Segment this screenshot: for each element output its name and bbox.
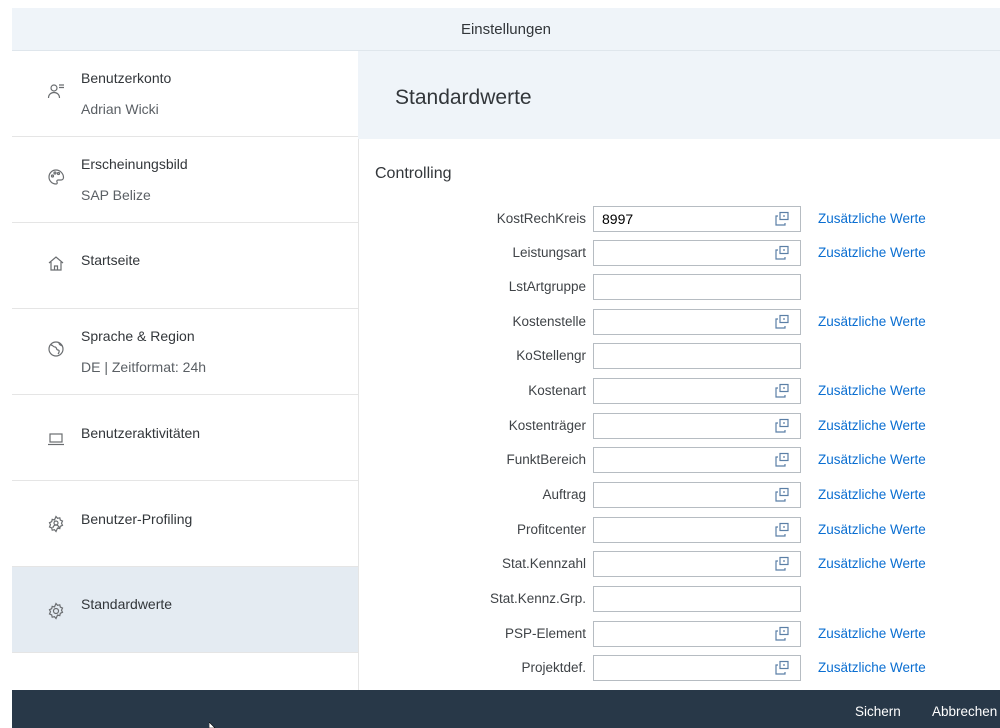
- value-help-icon[interactable]: [772, 486, 792, 504]
- additional-values-link[interactable]: Zusätzliche Werte: [818, 487, 926, 502]
- field-label: Kostenstelle: [512, 314, 586, 329]
- additional-values-link[interactable]: Zusätzliche Werte: [818, 660, 926, 675]
- form-row: Profitcenter Zusätzliche Werte: [358, 517, 1000, 545]
- form-row: KoStellengr: [358, 343, 1000, 371]
- field-input[interactable]: [593, 240, 801, 266]
- value-help-icon[interactable]: [772, 451, 792, 469]
- user-settings-icon: [46, 514, 66, 534]
- value-help-icon[interactable]: [772, 659, 792, 677]
- additional-values-link[interactable]: Zusätzliche Werte: [818, 383, 926, 398]
- field-input[interactable]: [593, 586, 801, 612]
- field-label: Profitcenter: [516, 522, 586, 537]
- sidebar-item-user-account[interactable]: Benutzerkonto Adrian Wicki: [12, 51, 358, 137]
- sidebar-item-language-region[interactable]: Sprache & Region DE | Zeitformat: 24h: [12, 309, 358, 395]
- field-label: Projektdef.: [521, 660, 586, 675]
- additional-values-link[interactable]: Zusätzliche Werte: [818, 211, 926, 226]
- field-label: Kostenträger: [508, 418, 586, 433]
- sidebar-item-appearance[interactable]: Erscheinungsbild SAP Belize: [12, 137, 358, 223]
- field-input[interactable]: [593, 309, 801, 335]
- field-input[interactable]: [593, 551, 801, 577]
- page-title: Standardwerte: [395, 86, 532, 109]
- field-input[interactable]: [593, 378, 801, 404]
- sidebar-item-title: Startseite: [81, 252, 141, 268]
- sidebar-item-subtitle: Adrian Wicki: [81, 101, 159, 117]
- laptop-icon: [46, 429, 66, 449]
- content-header: Standardwerte: [358, 51, 1000, 139]
- sidebar-item-home[interactable]: Startseite: [12, 223, 358, 309]
- gear-icon: [46, 601, 66, 621]
- field-label: PSP-Element: [504, 626, 586, 641]
- value-help-icon[interactable]: [772, 625, 792, 643]
- globe-icon: [46, 339, 66, 359]
- value-help-icon[interactable]: [772, 521, 792, 539]
- form-row: PSP-Element Zusätzliche Werte: [358, 621, 1000, 649]
- sidebar-item-title: Sprache & Region: [81, 328, 195, 344]
- additional-values-link[interactable]: Zusätzliche Werte: [818, 418, 926, 433]
- settings-sidebar: Benutzerkonto Adrian Wicki Erscheinungsb…: [12, 51, 359, 690]
- save-button[interactable]: Sichern: [855, 704, 901, 719]
- value-help-icon[interactable]: [772, 417, 792, 435]
- value-help-icon[interactable]: [772, 555, 792, 573]
- field-input[interactable]: [593, 482, 801, 508]
- home-icon: [46, 253, 66, 273]
- value-help-icon[interactable]: [772, 210, 792, 228]
- value-help-icon[interactable]: [772, 382, 792, 400]
- form-row: Auftrag Zusätzliche Werte: [358, 482, 1000, 510]
- sidebar-item-subtitle: DE | Zeitformat: 24h: [81, 359, 207, 375]
- dialog-title: Einstellungen: [460, 20, 552, 38]
- additional-values-link[interactable]: Zusätzliche Werte: [818, 452, 926, 467]
- dialog-footer: Sichern Abbrechen: [12, 690, 1000, 728]
- field-label: Leistungsart: [512, 245, 586, 260]
- additional-values-link[interactable]: Zusätzliche Werte: [818, 556, 926, 571]
- user-account-icon: [46, 81, 66, 101]
- form-row: Kostenstelle Zusätzliche Werte: [358, 309, 1000, 337]
- field-label: Auftrag: [542, 487, 586, 502]
- field-input[interactable]: [593, 413, 801, 439]
- form-row: KostRechKreis Zusätzliche Werte: [358, 206, 1000, 234]
- palette-icon: [46, 167, 66, 187]
- form-row: Kostenart Zusätzliche Werte: [358, 378, 1000, 406]
- form-row: Projektdef. Zusätzliche Werte: [358, 655, 1000, 683]
- form-row: Stat.Kennzahl Zusätzliche Werte: [358, 551, 1000, 579]
- form-row: Leistungsart Zusätzliche Werte: [358, 240, 1000, 268]
- field-label: Stat.Kennzahl: [501, 556, 586, 571]
- field-label: KoStellengr: [516, 348, 586, 363]
- field-input[interactable]: [593, 447, 801, 473]
- cancel-button[interactable]: Abbrechen: [932, 704, 997, 719]
- field-label: FunktBereich: [506, 452, 586, 467]
- form-row: FunktBereich Zusätzliche Werte: [358, 447, 1000, 475]
- form-row: Stat.Kennz.Grp.: [358, 586, 1000, 614]
- field-label: KostRechKreis: [496, 211, 586, 226]
- sidebar-item-subtitle: SAP Belize: [81, 187, 151, 203]
- sidebar-item-title: Benutzeraktivitäten: [81, 425, 201, 441]
- sidebar-item-title: Erscheinungsbild: [81, 156, 188, 172]
- field-input[interactable]: [593, 206, 801, 232]
- field-label: Stat.Kennz.Grp.: [489, 591, 586, 606]
- form-row: Kostenträger Zusätzliche Werte: [358, 413, 1000, 441]
- additional-values-link[interactable]: Zusätzliche Werte: [818, 626, 926, 641]
- additional-values-link[interactable]: Zusätzliche Werte: [818, 245, 926, 260]
- form-row: LstArtgruppe: [358, 274, 1000, 302]
- field-input[interactable]: [593, 343, 801, 369]
- dialog-header: Einstellungen: [12, 8, 1000, 51]
- value-help-icon[interactable]: [772, 244, 792, 262]
- sidebar-item-user-activities[interactable]: Benutzeraktivitäten: [12, 395, 358, 481]
- sidebar-item-user-profiling[interactable]: Benutzer-Profiling: [12, 481, 358, 567]
- field-input[interactable]: [593, 655, 801, 681]
- mouse-pointer-icon: [209, 722, 216, 728]
- field-input[interactable]: [593, 517, 801, 543]
- field-label: Kostenart: [528, 383, 586, 398]
- field-label: LstArtgruppe: [508, 279, 586, 294]
- sidebar-item-default-values[interactable]: Standardwerte: [12, 567, 358, 653]
- section-title: Controlling: [375, 165, 452, 182]
- additional-values-link[interactable]: Zusätzliche Werte: [818, 522, 926, 537]
- value-help-icon[interactable]: [772, 313, 792, 331]
- additional-values-link[interactable]: Zusätzliche Werte: [818, 314, 926, 329]
- sidebar-item-title: Standardwerte: [81, 596, 173, 612]
- field-input[interactable]: [593, 274, 801, 300]
- sidebar-item-title: Benutzerkonto: [81, 70, 172, 86]
- sidebar-item-title: Benutzer-Profiling: [81, 511, 193, 527]
- field-input[interactable]: [593, 621, 801, 647]
